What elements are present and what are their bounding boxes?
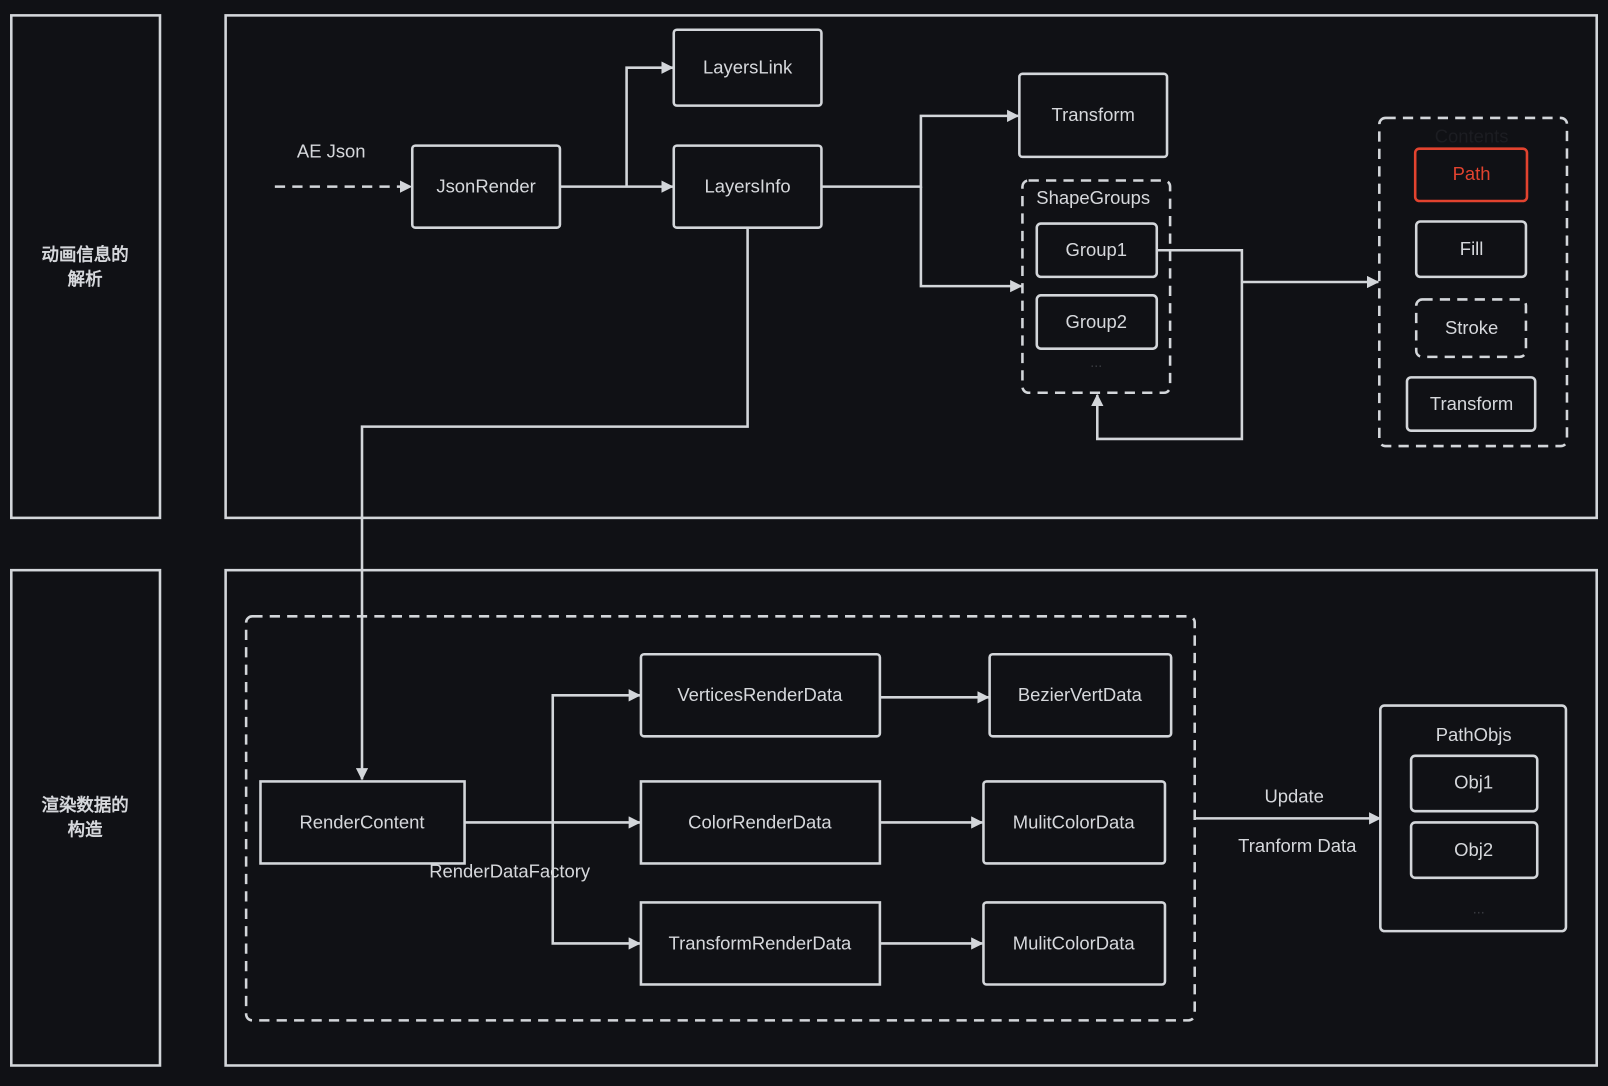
node-obj2[interactable]: Obj2 xyxy=(1409,821,1539,880)
node-jsonrender[interactable]: JsonRender xyxy=(410,144,562,229)
pathobjs-container: PathObjs Obj1 Obj2 ... xyxy=(1379,704,1568,933)
node-rendercontent[interactable]: RenderContent xyxy=(259,780,466,865)
section-parse-frame xyxy=(10,14,162,520)
section-build-label-2: 构造 xyxy=(68,820,103,841)
node-vertices-render-data[interactable]: VerticesRenderData xyxy=(639,652,882,738)
node-layersinfo[interactable]: LayersInfo xyxy=(672,144,823,229)
node-label: Transform xyxy=(1430,393,1513,414)
node-label: JsonRender xyxy=(436,176,535,197)
section-parse-label: 动画信息的 xyxy=(42,244,129,265)
node-contents-transform[interactable]: Transform xyxy=(1405,376,1537,432)
node-path[interactable]: Path xyxy=(1413,147,1529,203)
node-multicolor-data-2[interactable]: MulitColorData xyxy=(982,901,1167,986)
node-transform-render-data[interactable]: TransformRenderData xyxy=(639,901,882,986)
arrow-jsonrender-layerslink xyxy=(625,61,674,187)
node-multicolor-data-1[interactable]: MulitColorData xyxy=(982,780,1167,865)
section-parse-label-2: 解析 xyxy=(68,269,103,290)
node-label: MulitColorData xyxy=(1013,811,1136,832)
node-label: LayersLink xyxy=(703,57,793,78)
node-label: Group1 xyxy=(1066,239,1127,260)
node-label: Obj1 xyxy=(1454,771,1493,792)
node-obj1[interactable]: Obj1 xyxy=(1409,754,1539,813)
shapegroups-container: ShapeGroups Group1 Group2 ... xyxy=(1021,179,1172,395)
node-label: Stroke xyxy=(1445,317,1498,338)
node-label: TransformRenderData xyxy=(669,932,852,953)
shapegroups-label: ShapeGroups xyxy=(1036,187,1150,208)
more-ellipsis: ... xyxy=(1473,901,1485,917)
ae-json-label: AE Json xyxy=(297,141,366,162)
node-fill[interactable]: Fill xyxy=(1414,220,1528,279)
node-label: Group2 xyxy=(1066,311,1127,332)
node-group2[interactable]: Group2 xyxy=(1035,294,1159,350)
contents-label: Contents xyxy=(1435,125,1509,146)
node-layerslink[interactable]: LayersLink xyxy=(672,28,823,107)
node-label: BezierVertData xyxy=(1018,684,1143,705)
pathobjs-label: PathObjs xyxy=(1436,724,1512,745)
factory-label: RenderDataFactory xyxy=(429,861,591,882)
more-ellipsis: ... xyxy=(1090,355,1102,371)
node-stroke[interactable]: Stroke xyxy=(1414,298,1528,359)
node-label: Transform xyxy=(1052,104,1135,125)
parse-panel xyxy=(224,14,1598,520)
section-build-label: 渲染数据的 xyxy=(42,795,129,816)
node-label: Path xyxy=(1453,163,1491,184)
node-label: Obj2 xyxy=(1454,839,1493,860)
node-label: LayersInfo xyxy=(705,176,791,197)
architecture-diagram: 动画信息的 解析 渲染数据的 构造 AE Json JsonRender Lay… xyxy=(10,14,1598,1067)
arrow-layersinfo-transform xyxy=(821,109,1020,188)
arrow-rendercontent-vertices xyxy=(551,689,641,823)
update-sublabel: Tranform Data xyxy=(1238,835,1357,856)
update-label: Update xyxy=(1264,786,1323,807)
node-group1[interactable]: Group1 xyxy=(1035,222,1159,279)
node-bezier-vert-data[interactable]: BezierVertData xyxy=(988,652,1173,738)
node-color-render-data[interactable]: ColorRenderData xyxy=(639,780,882,865)
arrow-rendercontent-transform xyxy=(551,822,641,950)
contents-container: Contents Path Fill Stroke Transform xyxy=(1378,116,1569,448)
section-build-frame xyxy=(10,568,162,1067)
arrow-layersinfo-shapegroups xyxy=(919,186,1023,293)
node-label: VerticesRenderData xyxy=(677,684,843,705)
node-label: Fill xyxy=(1460,238,1484,259)
node-label: ColorRenderData xyxy=(688,811,832,832)
node-label: RenderContent xyxy=(299,811,424,832)
node-transform[interactable]: Transform xyxy=(1018,72,1169,159)
node-label: MulitColorData xyxy=(1013,932,1136,953)
